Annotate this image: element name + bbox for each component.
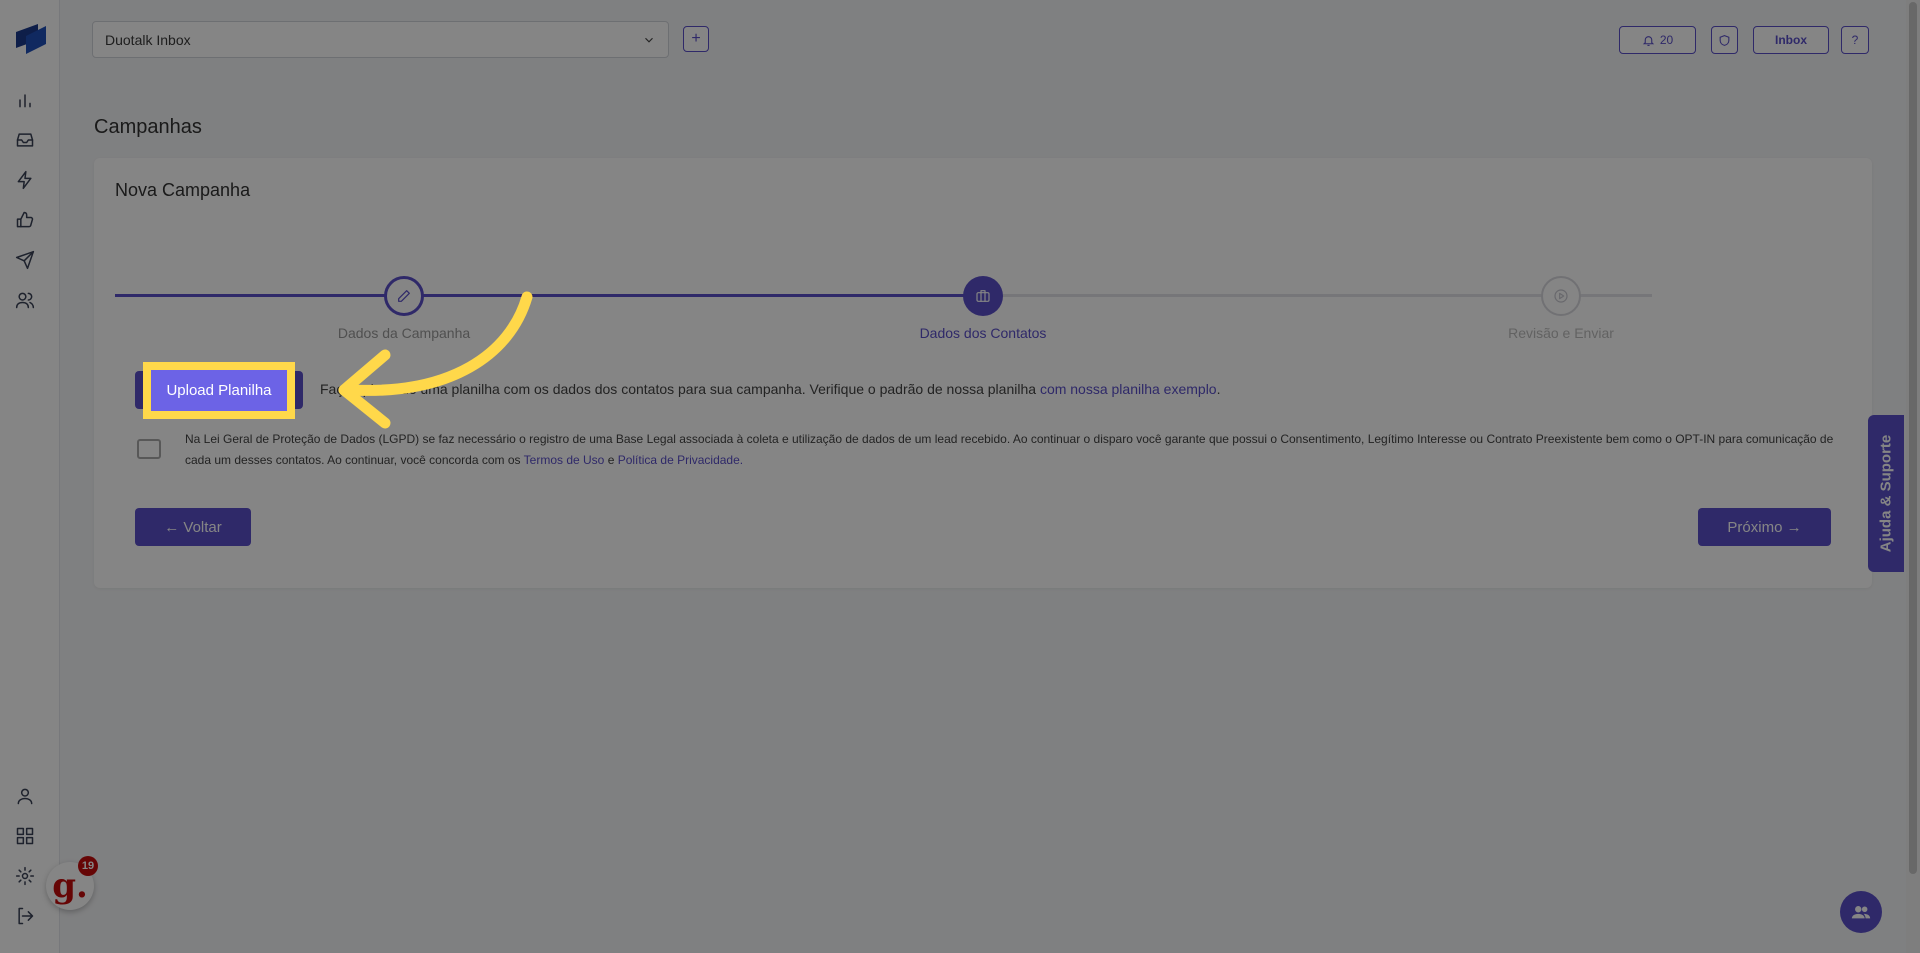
page-title: Campanhas bbox=[94, 116, 202, 138]
bolt-icon[interactable] bbox=[12, 167, 38, 193]
help-support-label: Ajuda & Suporte bbox=[1877, 434, 1895, 553]
lgpd-text: Na Lei Geral de Proteção de Dados (LGPD)… bbox=[185, 432, 1834, 467]
chat-users-icon bbox=[1851, 906, 1871, 919]
next-button[interactable]: Próximo → bbox=[1698, 508, 1831, 546]
settings-icon[interactable] bbox=[12, 863, 38, 889]
chevron-down-icon bbox=[645, 37, 653, 43]
add-inbox-button[interactable]: + bbox=[683, 26, 709, 52]
send-icon[interactable] bbox=[12, 247, 38, 273]
notifications-count: 20 bbox=[1659, 33, 1674, 47]
logout-icon[interactable] bbox=[12, 903, 38, 929]
notifications-button[interactable]: 20 bbox=[1619, 26, 1696, 54]
stepper-progress-line bbox=[115, 294, 984, 297]
chat-button[interactable] bbox=[1840, 891, 1882, 933]
bell-icon bbox=[1642, 35, 1654, 46]
help-support-tab[interactable]: Ajuda & Suporte bbox=[1868, 415, 1904, 572]
inbox-select[interactable]: Duotalk Inbox bbox=[92, 21, 669, 58]
tutorial-arrow-icon bbox=[338, 291, 533, 429]
inbox-button[interactable]: Inbox bbox=[1753, 26, 1829, 54]
play-icon bbox=[1554, 289, 1568, 303]
thumbs-up-icon[interactable] bbox=[12, 207, 38, 233]
upload-spreadsheet-highlight[interactable]: Upload Planilha bbox=[143, 362, 295, 419]
page-scrollbar[interactable] bbox=[1906, 0, 1920, 953]
example-spreadsheet-link[interactable]: com nossa planilha exemplo bbox=[1040, 381, 1217, 397]
step-2-circle[interactable] bbox=[963, 276, 1003, 316]
inbox-icon[interactable] bbox=[12, 127, 38, 153]
scrollbar-thumb[interactable] bbox=[1909, 2, 1917, 874]
step-2-label: Dados dos Contatos bbox=[919, 325, 1047, 341]
shield-icon bbox=[1719, 34, 1730, 46]
g-widget-count-badge: 19 bbox=[78, 856, 98, 876]
duotalk-logo[interactable] bbox=[12, 18, 48, 58]
card-title: Nova Campanha bbox=[115, 180, 251, 200]
upload-description-end: . bbox=[1216, 381, 1221, 397]
lgpd-end: . bbox=[739, 453, 744, 467]
user-icon[interactable] bbox=[12, 783, 38, 809]
lgpd-and: e bbox=[604, 453, 618, 467]
chart-icon[interactable] bbox=[12, 87, 38, 113]
highlight-label: Upload Planilha bbox=[166, 382, 272, 399]
help-button[interactable]: ? bbox=[1841, 26, 1869, 54]
briefcase-icon bbox=[976, 290, 990, 302]
sidebar bbox=[0, 0, 60, 953]
step-3-label: Revisão e Enviar bbox=[1508, 325, 1614, 341]
lgpd-consent-checkbox[interactable] bbox=[137, 439, 161, 459]
users-icon[interactable] bbox=[12, 287, 38, 313]
privacy-policy-link[interactable]: Política de Privacidade bbox=[618, 453, 740, 467]
step-3-circle[interactable] bbox=[1541, 276, 1581, 316]
shield-button[interactable] bbox=[1711, 26, 1738, 54]
lgpd-notice: Na Lei Geral de Proteção de Dados (LGPD)… bbox=[185, 429, 1845, 471]
terms-of-use-link[interactable]: Termos de Uso bbox=[524, 453, 605, 467]
grid-icon[interactable] bbox=[12, 823, 38, 849]
inbox-select-value: Duotalk Inbox bbox=[105, 31, 191, 48]
back-button[interactable]: ← Voltar bbox=[135, 508, 251, 546]
